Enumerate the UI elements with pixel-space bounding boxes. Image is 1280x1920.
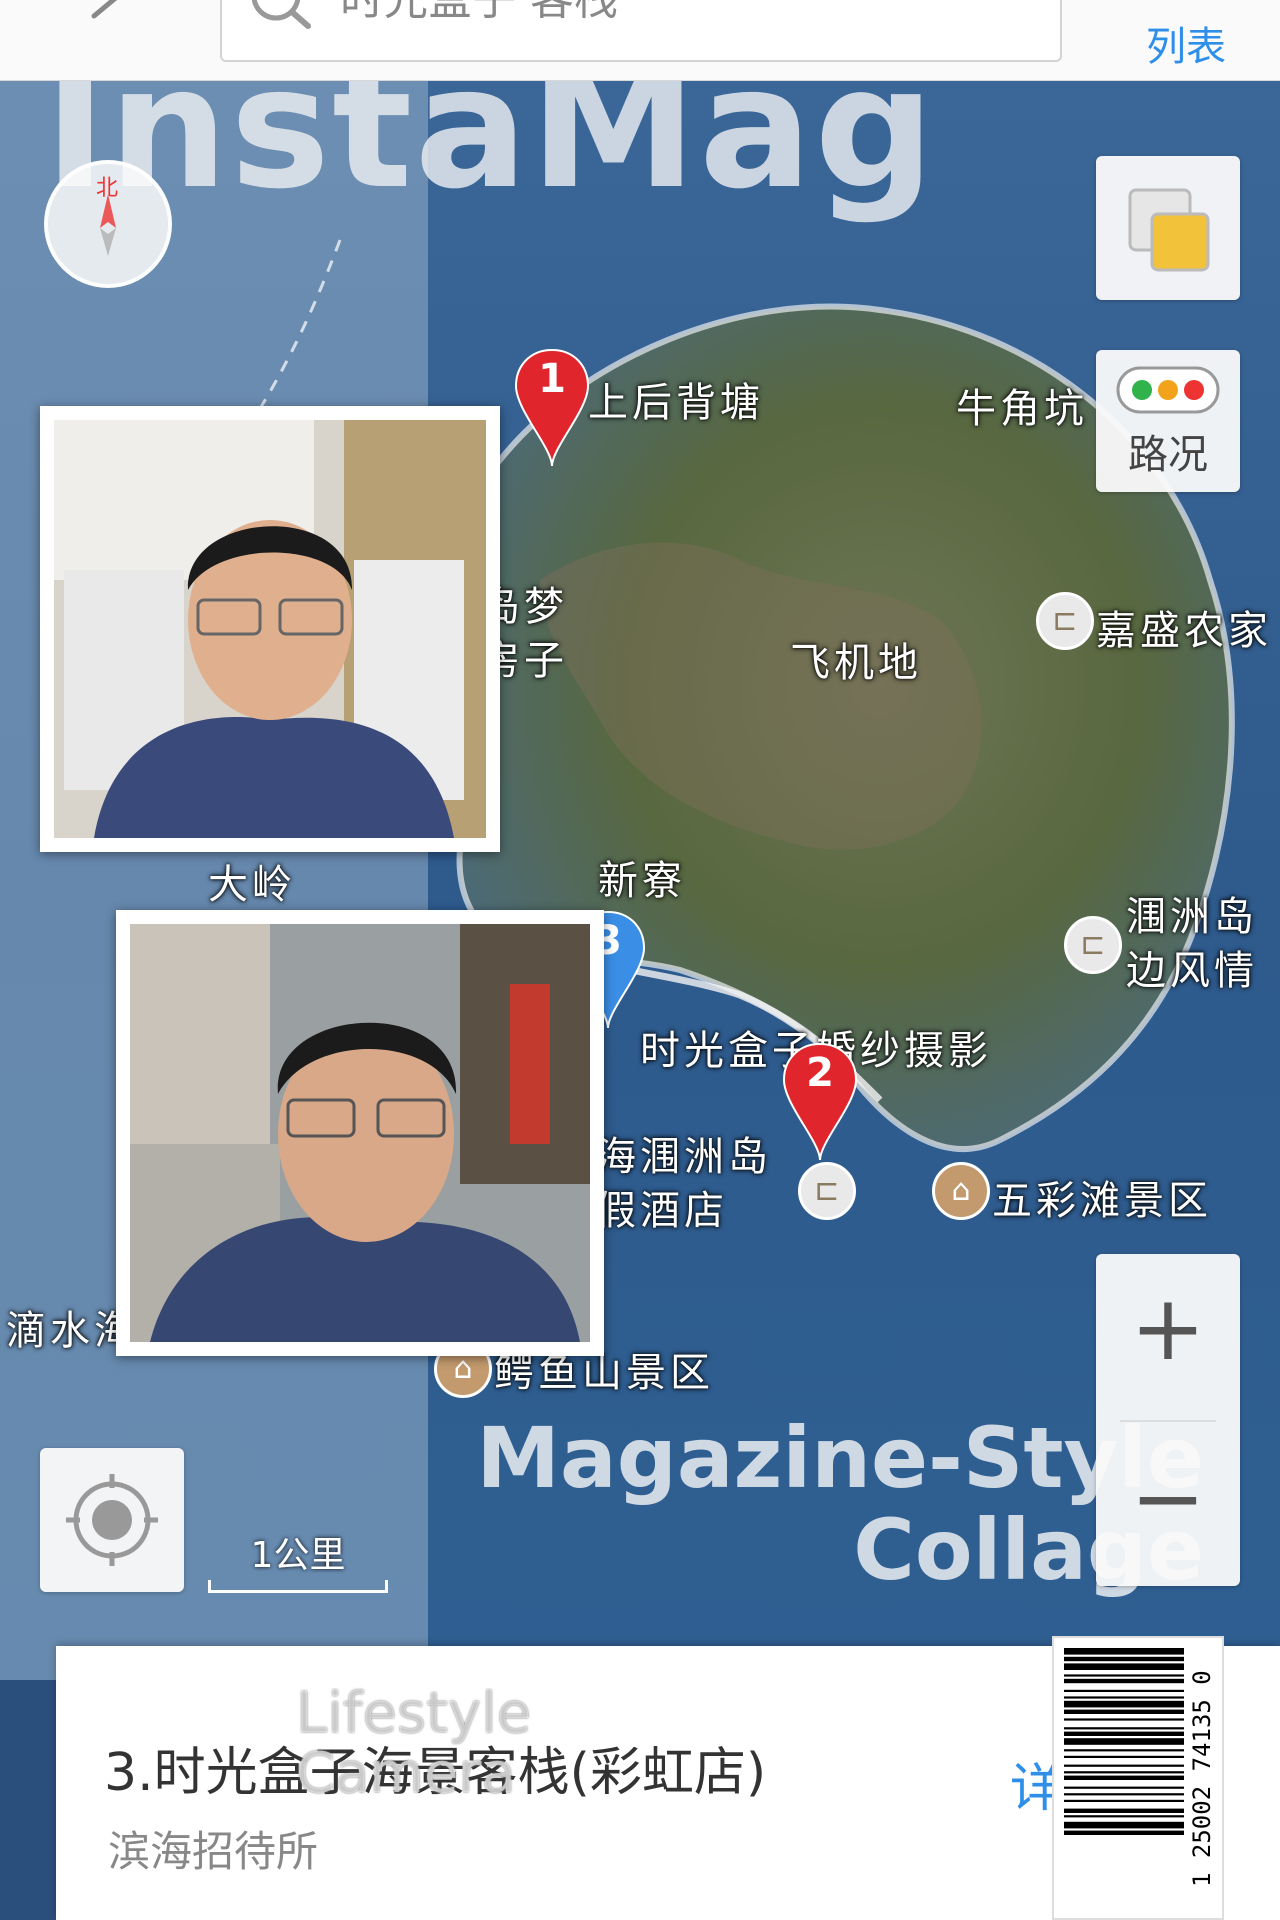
barcode-bar	[1064, 1771, 1184, 1774]
search-query-text: 时光盒子 客栈	[340, 0, 618, 22]
barcode-bar	[1064, 1648, 1184, 1655]
traffic-toggle-button[interactable]: 路况	[1096, 350, 1240, 492]
map-label-shanghoubeitang: 上后背塘	[588, 380, 764, 426]
barcode-bar	[1064, 1808, 1184, 1813]
map-pin-2[interactable]: 2	[780, 1042, 860, 1162]
collage-photo-2	[116, 910, 604, 1356]
barcode-bar	[1064, 1738, 1184, 1745]
lifestyle-camera-watermark: Lifestyle Camera	[296, 1684, 531, 1804]
barcode-bar	[1064, 1731, 1184, 1736]
locate-icon	[66, 1474, 158, 1566]
map-label-jiasheng: 嘉盛农家	[1096, 608, 1272, 654]
pin-number: 2	[806, 1050, 834, 1096]
lifestyle-line-1: Lifestyle	[296, 1681, 532, 1746]
map-label-xinliao: 新寮	[598, 858, 686, 904]
barcode-bar	[1064, 1689, 1184, 1692]
list-view-button[interactable]: 列表	[1146, 14, 1226, 72]
map-label-weizhou-fengqing: 涠洲岛 边风情	[1126, 894, 1258, 994]
zoom-in-button[interactable]: +	[1096, 1274, 1240, 1384]
barcode-bar	[1064, 1749, 1184, 1752]
hotel-poi-icon[interactable]: ⊏	[1064, 916, 1122, 974]
locate-me-button[interactable]	[40, 1448, 184, 1592]
compass-button[interactable]: 北	[44, 160, 172, 288]
barcode-bar	[1064, 1696, 1184, 1699]
scale-label: 1公里	[250, 1535, 346, 1576]
barcode-bar	[1064, 1793, 1184, 1796]
map-label-niujiaokeng: 牛角坑	[956, 386, 1088, 432]
barcode-bar	[1064, 1674, 1184, 1677]
barcode-bar	[1064, 1663, 1184, 1670]
lifestyle-line-2: Camera	[296, 1741, 516, 1806]
collage-photo-1	[40, 406, 500, 852]
barcode-bar	[1064, 1799, 1184, 1802]
zoom-out-button[interactable]: −	[1096, 1444, 1240, 1554]
layers-icon	[1128, 188, 1210, 272]
search-icon	[251, 0, 311, 29]
barcode-bar	[1064, 1775, 1184, 1780]
map-pin-1[interactable]: 1	[512, 348, 592, 468]
barcode-bar	[1064, 1727, 1184, 1730]
barcode-number: 1 25002 74135 0	[1188, 1670, 1216, 1888]
map-label-haiweizhou: 海涠洲岛 假酒店	[596, 1134, 772, 1234]
barcode-image	[1064, 1648, 1184, 1835]
hotel-poi-icon[interactable]: ⊏	[1036, 592, 1094, 650]
barcode-bar	[1064, 1755, 1184, 1758]
barcode-bar	[1064, 1656, 1184, 1662]
barcode-bar	[1064, 1821, 1184, 1829]
magazine-line-2: Collage	[853, 1501, 1204, 1599]
zoom-divider	[1120, 1420, 1216, 1422]
barcode-bar	[1064, 1678, 1184, 1684]
magazine-line-1: Magazine-Style	[476, 1409, 1204, 1507]
compass-icon	[100, 194, 116, 256]
magazine-style-watermark: Magazine-Style Collage	[476, 1412, 1204, 1596]
map-label-daling: 大岭	[208, 862, 296, 908]
layer-switch-button[interactable]	[1096, 156, 1240, 300]
barcode-bar	[1064, 1764, 1184, 1767]
pin-number: 1	[538, 356, 566, 402]
back-arrow-icon[interactable]	[80, 0, 124, 38]
barcode-sticker: 1 25002 74135 0	[1052, 1636, 1224, 1920]
top-bar: 时光盒子 客栈 列表	[0, 0, 1280, 81]
map-label-feijidi: 飞机地	[790, 640, 922, 686]
barcode-bar	[1064, 1700, 1184, 1708]
place-category: 滨海招待所	[108, 1827, 319, 1876]
portrait-photo-image	[130, 924, 590, 1342]
portrait-photo-image	[54, 420, 486, 838]
scale-bar	[208, 1580, 388, 1593]
traffic-label: 路况	[1128, 432, 1208, 478]
barcode-bar	[1064, 1709, 1184, 1714]
barcode-bar	[1064, 1815, 1184, 1818]
map-scale: 1公里	[208, 1526, 388, 1593]
barcode-bar	[1064, 1786, 1184, 1789]
map-label-wucaitan: 五彩滩景区	[992, 1178, 1212, 1224]
barcode-bar	[1064, 1830, 1184, 1835]
traffic-light-icon	[1116, 366, 1220, 414]
zoom-control: + −	[1096, 1254, 1240, 1586]
barcode-bar	[1064, 1718, 1184, 1721]
hotel-poi-icon[interactable]: ⊏	[798, 1162, 856, 1220]
scenic-poi-icon[interactable]: ⌂	[932, 1162, 990, 1220]
search-input[interactable]: 时光盒子 客栈	[220, 0, 1062, 62]
